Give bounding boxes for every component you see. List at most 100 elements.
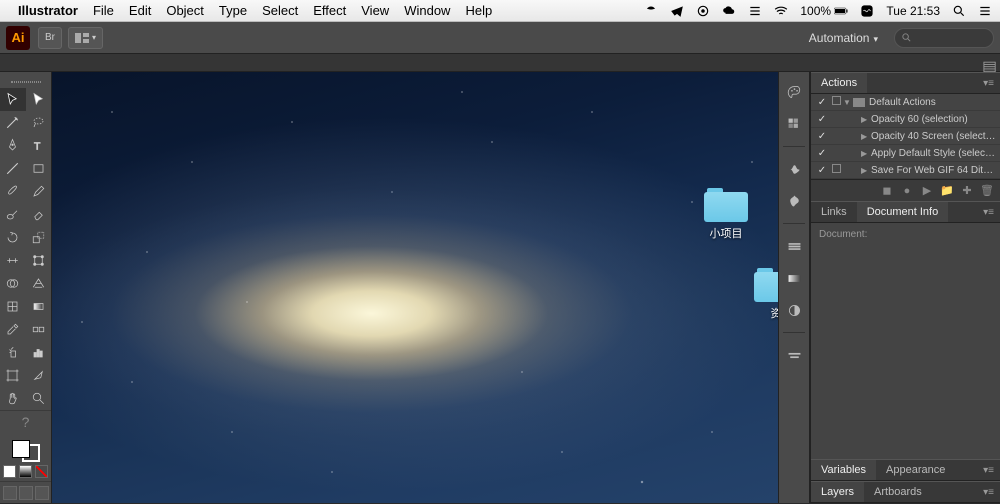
free-transform-tool[interactable] [26,249,52,272]
eraser-tool[interactable] [26,203,52,226]
column-graph-tool[interactable] [26,341,52,364]
shape-builder-tool[interactable] [0,272,26,295]
tools-grip[interactable] [0,78,51,86]
eyedropper-tool[interactable] [0,318,26,341]
pen-tool[interactable] [0,134,26,157]
play-button[interactable]: ▶ [918,183,936,199]
type-tool[interactable]: T [26,134,52,157]
action-item-row[interactable]: ✓ ▶Opacity 60 (selection) [811,111,1000,128]
brushes-panel-icon[interactable] [782,157,806,181]
menu-window[interactable]: Window [404,3,450,18]
bridge-button[interactable]: Br [38,27,62,49]
cloud-icon[interactable] [722,4,736,18]
new-set-button[interactable]: 📁 [938,183,956,199]
line-tool[interactable] [0,157,26,180]
blob-brush-tool[interactable] [0,203,26,226]
record-button[interactable]: ● [898,183,916,199]
tab-artboards[interactable]: Artboards [864,482,932,502]
swatches-panel-icon[interactable] [782,112,806,136]
align-panel-icon[interactable] [782,343,806,367]
action-folder-row[interactable]: ✓ ▼Default Actions [811,94,1000,111]
screen-mode-presentation[interactable] [35,486,49,500]
screen-mode-normal[interactable] [3,486,17,500]
target-icon[interactable] [696,4,710,18]
delete-button[interactable]: 🗑 [978,183,996,199]
menubar-extra-icon[interactable] [644,4,658,18]
action-item-row[interactable]: ✓ ▶Apply Default Style (select... [811,145,1000,162]
desktop-folder-1[interactable]: 小项目 [704,188,748,241]
symbol-sprayer-tool[interactable] [0,341,26,364]
screen-mode-full[interactable] [19,486,33,500]
menu-effect[interactable]: Effect [313,3,346,18]
action-toggle-check[interactable]: ✓ [815,97,829,108]
none-mode-button[interactable] [35,465,48,478]
symbols-panel-icon[interactable] [782,189,806,213]
fill-swatch[interactable] [12,440,30,458]
stop-button[interactable]: ◼ [878,183,896,199]
color-mode-button[interactable] [3,465,16,478]
width-tool[interactable] [0,249,26,272]
action-item-row[interactable]: ✓ ▶Opacity 40 Screen (selecti... [811,128,1000,145]
panel-menu-icon[interactable]: ▾≡ [977,465,1000,476]
scale-tool[interactable] [26,226,52,249]
pencil-tool[interactable] [26,180,52,203]
folder-icon [754,268,778,302]
tab-document-info[interactable]: Document Info [857,202,949,222]
magic-wand-tool[interactable] [0,111,26,134]
gradient-panel-icon[interactable] [782,266,806,290]
color-panel-icon[interactable] [782,80,806,104]
tab-layers[interactable]: Layers [811,482,864,502]
menu-edit[interactable]: Edit [129,3,151,18]
desktop-folder-2[interactable]: 资 [754,268,778,321]
rotate-tool[interactable] [0,226,26,249]
app-menu[interactable]: Illustrator [18,3,78,18]
artboard-tool[interactable] [0,364,26,387]
tab-actions[interactable]: Actions [811,73,867,93]
siri-icon[interactable] [860,4,874,18]
menu-object[interactable]: Object [166,3,204,18]
wifi-icon[interactable] [774,4,788,18]
slice-tool[interactable] [26,364,52,387]
clock[interactable]: Tue 21:53 [886,4,940,18]
telegram-icon[interactable] [670,4,684,18]
blend-tool[interactable] [26,318,52,341]
action-item-row[interactable]: ✓ ▶Save For Web GIF 64 Dithe... [811,162,1000,179]
selection-tool[interactable] [0,88,26,111]
spotlight-icon[interactable] [952,4,966,18]
unknown-tool[interactable]: ? [0,410,51,432]
menu-type[interactable]: Type [219,3,247,18]
mesh-tool[interactable] [0,295,26,318]
gradient-tool[interactable] [26,295,52,318]
panel-menu-icon[interactable]: ▾≡ [977,207,1000,218]
arrange-documents-button[interactable]: ▾ [68,27,103,49]
fill-stroke-swatches[interactable] [0,432,51,462]
menu-view[interactable]: View [361,3,389,18]
menu-file[interactable]: File [93,3,114,18]
gradient-mode-button[interactable] [19,465,32,478]
menu-select[interactable]: Select [262,3,298,18]
direct-selection-tool[interactable] [26,88,52,111]
zoom-tool[interactable] [26,387,52,410]
tab-variables[interactable]: Variables [811,460,876,480]
perspective-grid-tool[interactable] [26,272,52,295]
battery-status[interactable]: 100% [800,4,848,18]
menu-list-icon[interactable] [978,4,992,18]
sliders-icon[interactable] [748,4,762,18]
tab-appearance[interactable]: Appearance [876,460,955,480]
hand-tool[interactable] [0,387,26,410]
lasso-tool[interactable] [26,111,52,134]
rectangle-tool[interactable] [26,157,52,180]
paintbrush-tool[interactable] [0,180,26,203]
transparency-panel-icon[interactable] [782,298,806,322]
action-dialog-toggle[interactable] [829,96,843,108]
stroke-panel-icon[interactable] [782,234,806,258]
canvas-area[interactable]: 小项目 资 [52,72,778,503]
new-action-button[interactable]: ✚ [958,183,976,199]
tab-links[interactable]: Links [811,202,857,222]
workspace-switcher[interactable]: Automation [799,27,888,49]
menu-help[interactable]: Help [465,3,492,18]
panel-menu-icon[interactable]: ▾≡ [977,487,1000,498]
search-input[interactable] [894,28,994,48]
control-bar-menu-icon[interactable]: ▤ [982,57,994,69]
panel-menu-icon[interactable]: ▾≡ [977,78,1000,89]
